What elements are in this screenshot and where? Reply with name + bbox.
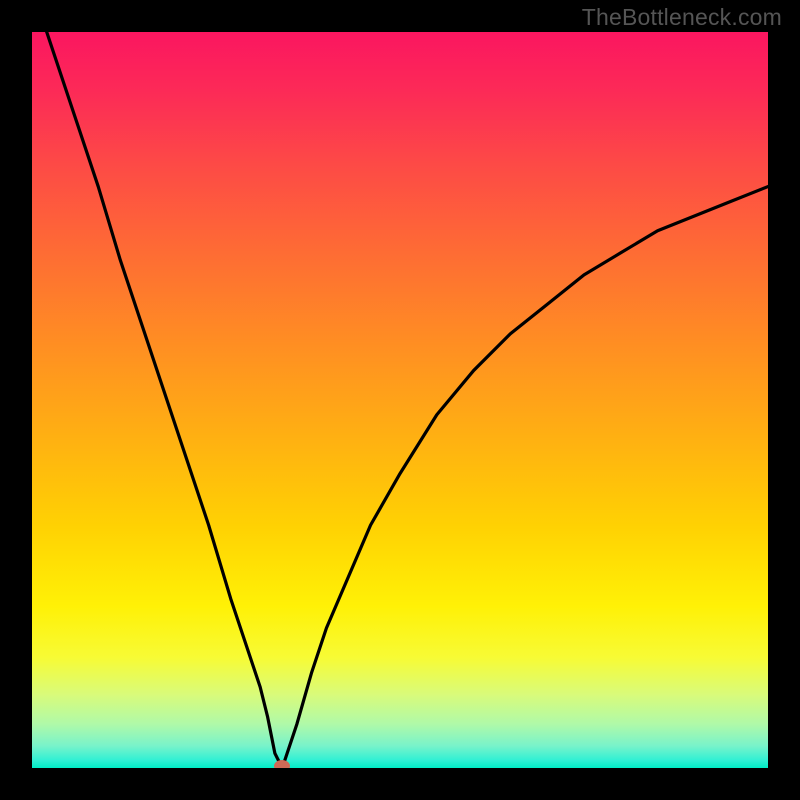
bottleneck-curve [32, 32, 768, 768]
watermark-text: TheBottleneck.com [582, 4, 782, 31]
curve-layer [32, 32, 768, 768]
minimum-marker [274, 760, 290, 768]
plot-area [32, 32, 768, 768]
chart-frame: TheBottleneck.com [0, 0, 800, 800]
